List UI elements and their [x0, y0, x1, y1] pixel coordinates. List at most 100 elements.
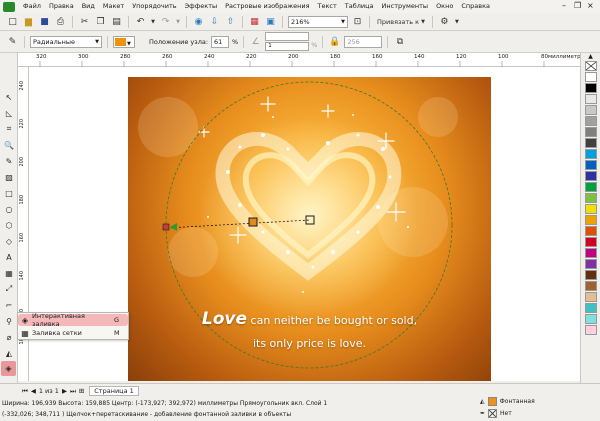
zoom-tool-icon[interactable]: 🔍 — [3, 139, 15, 151]
minimize-icon[interactable]: – — [562, 1, 566, 11]
menu-view[interactable]: Вид — [78, 0, 99, 13]
close-icon[interactable]: × — [587, 1, 594, 11]
menu-file[interactable]: Файл — [19, 0, 45, 13]
flyout-item-interactive-fill[interactable]: ◈ Интерактивная заливка G — [18, 312, 128, 328]
restore-icon[interactable]: ❐ — [574, 1, 581, 11]
undo-icon[interactable]: ↶ — [134, 15, 147, 28]
open-folder-icon[interactable]: ▆ — [22, 15, 35, 28]
palette-swatch[interactable] — [584, 72, 597, 82]
polygon-tool-icon[interactable]: ⬡ — [3, 219, 15, 231]
horizontal-ruler[interactable]: 320 300 280 260 240 220 200 180 160 140 … — [18, 53, 586, 67]
palette-swatch[interactable] — [584, 226, 597, 236]
search-content-icon[interactable]: ◉ — [192, 15, 205, 28]
flyout-item-mesh-fill[interactable]: ▦ Заливка сетки M — [18, 327, 128, 339]
no-color-swatch[interactable] — [584, 61, 597, 71]
text-tool-icon[interactable]: A — [3, 251, 15, 263]
angle-input[interactable] — [265, 32, 310, 41]
dimension-tool-icon[interactable]: ⤢ — [3, 283, 15, 295]
menu-help[interactable]: Справка — [457, 0, 494, 13]
last-page-icon[interactable]: ⏭ — [70, 387, 76, 396]
fill-indicator[interactable]: ◭ Фонтанная — [480, 397, 535, 406]
table-tool-icon[interactable]: ▦ — [3, 267, 15, 279]
options-icon[interactable]: ⚙ — [438, 15, 451, 28]
prev-page-icon[interactable]: ◀ — [31, 387, 36, 395]
fill-tool-icon[interactable]: ◭ — [3, 347, 15, 359]
menu-text[interactable]: Текст — [314, 0, 341, 13]
interactive-fill-tool-icon[interactable]: ◈ — [1, 361, 16, 376]
paste-icon[interactable]: ▤ — [110, 15, 123, 28]
node-color-picker[interactable]: ▼ — [113, 35, 135, 48]
palette-swatch[interactable] — [584, 116, 597, 126]
palette-swatch[interactable] — [584, 237, 597, 247]
palette-swatch[interactable] — [584, 193, 597, 203]
import-icon[interactable]: ⇩ — [208, 15, 221, 28]
next-page-icon[interactable]: ▶ — [62, 387, 67, 395]
palette-swatch[interactable] — [584, 160, 597, 170]
artwork-page[interactable]: Love can neither be bought or sold, its … — [128, 77, 491, 381]
redo-dropdown-icon[interactable]: ▼ — [175, 15, 181, 28]
new-document-icon[interactable]: □ — [6, 15, 19, 28]
menu-window[interactable]: Окно — [432, 0, 457, 13]
menu-effects[interactable]: Эффекты — [181, 0, 222, 13]
palette-swatch[interactable] — [584, 83, 597, 93]
palette-swatch[interactable] — [584, 105, 597, 115]
palette-swatch[interactable] — [584, 259, 597, 269]
palette-swatch[interactable] — [584, 325, 597, 335]
copy-fill-icon[interactable]: ⧉ — [393, 35, 406, 48]
rectangle-tool-icon[interactable]: □ — [3, 187, 15, 199]
menu-layout[interactable]: Макет — [99, 0, 128, 13]
shape-tool-icon[interactable]: ◺ — [3, 107, 15, 119]
undo-dropdown-icon[interactable]: ▼ — [150, 15, 156, 28]
crop-tool-icon[interactable]: ⌗ — [3, 123, 15, 135]
edge-pad-input[interactable]: 1 — [265, 42, 310, 51]
palette-swatch[interactable] — [584, 270, 597, 280]
cut-icon[interactable]: ✂ — [78, 15, 91, 28]
print-icon[interactable]: ⎙ — [54, 15, 67, 28]
edit-fill-icon[interactable]: ✎ — [6, 35, 19, 48]
palette-swatch[interactable] — [584, 314, 597, 324]
palette-swatch[interactable] — [584, 281, 597, 291]
angle-icon[interactable]: ∠ — [249, 35, 262, 48]
menu-edit[interactable]: Правка — [45, 0, 78, 13]
palette-scroll-up-icon[interactable]: ▲ — [581, 53, 600, 61]
copy-icon[interactable]: ❐ — [94, 15, 107, 28]
save-icon[interactable]: ■ — [38, 15, 51, 28]
full-screen-icon[interactable]: ⊡ — [351, 15, 364, 28]
zoom-select[interactable]: 216% ▼ — [288, 15, 348, 28]
welcome-screen-icon[interactable]: ▣ — [264, 15, 277, 28]
palette-swatch[interactable] — [584, 215, 597, 225]
eyedropper-tool-icon[interactable]: ⚲ — [3, 315, 15, 327]
palette-swatch[interactable] — [584, 94, 597, 104]
palette-swatch[interactable] — [584, 138, 597, 148]
connector-tool-icon[interactable]: ⌐ — [3, 299, 15, 311]
menu-table[interactable]: Таблица — [341, 0, 378, 13]
menu-arrange[interactable]: Упорядочить — [128, 0, 180, 13]
redo-icon[interactable]: ↷ — [159, 15, 172, 28]
add-page-icon[interactable]: ⊞ — [79, 387, 84, 395]
pick-tool-icon[interactable]: ↖ — [3, 91, 15, 103]
menu-tools[interactable]: Инструменты — [378, 0, 433, 13]
palette-swatch[interactable] — [584, 171, 597, 181]
first-page-icon[interactable]: ⏮ — [22, 387, 28, 396]
palette-swatch[interactable] — [584, 149, 597, 159]
export-icon[interactable]: ⇧ — [224, 15, 237, 28]
snap-to-button[interactable]: Привязать к ▼ — [375, 15, 427, 28]
basic-shapes-icon[interactable]: ◇ — [3, 235, 15, 247]
palette-swatch[interactable] — [584, 204, 597, 214]
fill-type-select[interactable]: Радиальные ▼ — [30, 35, 102, 48]
palette-swatch[interactable] — [584, 292, 597, 302]
fountain-steps-input[interactable]: 256 — [344, 35, 383, 48]
palette-swatch[interactable] — [584, 127, 597, 137]
node-position-input[interactable]: 61 — [211, 35, 230, 48]
palette-swatch[interactable] — [584, 182, 597, 192]
menu-bitmaps[interactable]: Растровые изображения — [221, 0, 313, 13]
outline-tool-icon[interactable]: ⌀ — [3, 331, 15, 343]
palette-swatch[interactable] — [584, 248, 597, 258]
ellipse-tool-icon[interactable]: ○ — [3, 203, 15, 215]
options-dropdown-icon[interactable]: ▼ — [454, 15, 460, 28]
smart-fill-icon[interactable]: ▨ — [3, 171, 15, 183]
palette-swatch[interactable] — [584, 303, 597, 313]
steps-lock-icon[interactable]: 🔒 — [328, 35, 341, 48]
outline-indicator[interactable]: ✒ Нет — [480, 409, 512, 418]
page-tab[interactable]: Страница 1 — [89, 386, 139, 396]
